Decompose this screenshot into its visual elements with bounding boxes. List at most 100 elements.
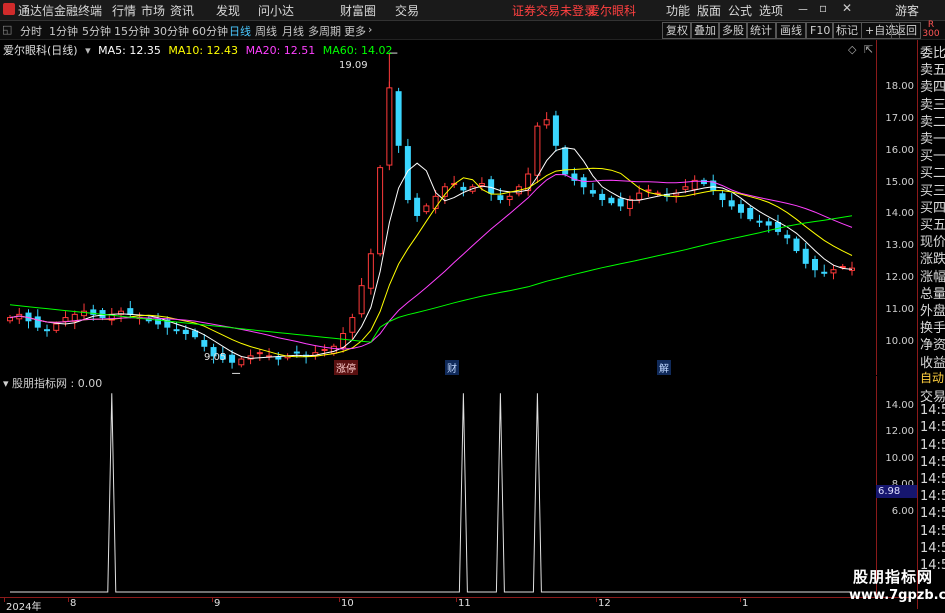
menu-item-quotes[interactable]: 行情 <box>112 2 136 19</box>
tab-weekly[interactable]: 周线 <box>255 23 277 39</box>
legend-ma10: MA10: 12.43 <box>168 44 239 57</box>
candle-body <box>386 87 393 166</box>
tab-multi-period[interactable]: 多周期 <box>308 23 341 39</box>
indicator-tick: 12.00 <box>885 426 914 437</box>
menu-item-market[interactable]: 市场 <box>141 2 165 19</box>
menu-item-assistant[interactable]: 问小达 <box>258 2 294 19</box>
candle-body <box>830 269 837 274</box>
menu-item-trade[interactable]: 交易 <box>395 2 419 19</box>
candle-body <box>728 200 735 207</box>
chart-settings-icon[interactable]: ◇ <box>848 43 856 56</box>
candle-body <box>774 221 781 232</box>
draw-line-button[interactable]: 画线 <box>776 22 806 39</box>
candle-body <box>238 358 245 366</box>
app-logo-icon <box>3 3 15 15</box>
candle-body <box>340 333 347 349</box>
side-panel-label: 14:5 <box>920 420 945 436</box>
menu-item-formula[interactable]: 公式 <box>728 2 752 19</box>
x-tick-label: 12 <box>598 598 611 609</box>
candle-body <box>497 195 504 201</box>
chart-expand-icon[interactable]: ⇱ <box>864 43 873 56</box>
candlestick-chart[interactable] <box>0 40 915 375</box>
candle-body <box>321 348 328 351</box>
menu-item-discover[interactable]: 发现 <box>216 2 240 19</box>
indicator-legend: ▾ 股朋指标网 : 0.00 <box>3 375 102 391</box>
x-tick-mark <box>212 598 213 602</box>
tab-daily[interactable]: 日线 <box>229 23 251 39</box>
menu-item-function[interactable]: 功能 <box>666 2 690 19</box>
price-tick: 11.00 <box>885 304 914 316</box>
x-tick-mark <box>339 598 340 602</box>
side-panel-label: 买二 <box>920 166 945 182</box>
candle-body <box>256 352 263 355</box>
indicator-chart[interactable] <box>0 376 915 596</box>
menu-item-news[interactable]: 资讯 <box>170 2 194 19</box>
candle-body <box>192 330 199 338</box>
x-tick-label: 11 <box>458 598 471 609</box>
tab-60min[interactable]: 60分钟 <box>192 23 228 39</box>
candle-body <box>784 234 791 239</box>
legend-toggle-icon[interactable]: ▾ <box>85 44 91 57</box>
menu-item-layout[interactable]: 版面 <box>697 2 721 19</box>
restore-icon[interactable]: ▫ <box>819 1 827 15</box>
multi-stock-button[interactable]: 多股 <box>718 22 748 39</box>
indicator-toggle-icon[interactable]: ▾ <box>3 377 9 390</box>
price-tick: 14.00 <box>885 208 914 220</box>
x-tick-mark <box>596 598 597 602</box>
legend-ma20: MA20: 12.51 <box>245 44 316 57</box>
candle-body <box>811 259 818 271</box>
side-panel-label: 买三 <box>920 183 945 199</box>
x-tick-label: 9 <box>214 598 221 609</box>
mark-button[interactable]: 标记 <box>832 22 862 39</box>
menu-item-options[interactable]: 选项 <box>759 2 783 19</box>
tab-15min[interactable]: 15分钟 <box>114 23 150 39</box>
tabbar-collapse-icon[interactable]: ◱ <box>2 23 12 36</box>
candle-body <box>636 192 643 201</box>
price-tick: 15.00 <box>885 176 914 188</box>
minimize-icon[interactable]: － <box>797 1 809 18</box>
candle-body <box>756 220 763 223</box>
finance-marker[interactable]: 财 <box>445 360 459 375</box>
candle-body <box>62 317 69 322</box>
x-tick-label: 10 <box>341 598 354 609</box>
tab-more[interactable]: 更多 <box>344 23 366 39</box>
chevron-right-icon[interactable]: › <box>368 23 372 36</box>
adjust-button[interactable]: 复权 <box>662 22 692 39</box>
current-value-tag: 6.98 <box>876 485 918 498</box>
tab-monthly[interactable]: 月线 <box>282 23 304 39</box>
statistics-button[interactable]: 统计 <box>746 22 776 39</box>
price-tick: 16.00 <box>885 144 914 156</box>
candle-body <box>414 197 421 216</box>
tab-1min[interactable]: 1分钟 <box>49 23 78 39</box>
close-icon[interactable]: ✕ <box>842 1 852 15</box>
overlay-button[interactable]: 叠加 <box>690 22 720 39</box>
tab-intraday[interactable]: 分时 <box>20 23 42 39</box>
tab-5min[interactable]: 5分钟 <box>82 23 111 39</box>
indicator-tick: 10.00 <box>885 452 914 464</box>
side-panel-label: 14:5 <box>920 437 945 453</box>
menu-item-wealth[interactable]: 财富圈 <box>340 2 376 19</box>
candle-body <box>719 193 726 201</box>
app-title: 通达信金融终端 <box>18 4 103 18</box>
tab-30min[interactable]: 30分钟 <box>153 23 189 39</box>
candle-body <box>534 125 541 176</box>
unlock-marker[interactable]: 解 <box>657 360 671 375</box>
side-panel-label: 卖二 <box>920 114 945 130</box>
limit-up-marker[interactable]: 涨停 <box>334 360 358 375</box>
candle-body <box>201 340 208 347</box>
candle-body <box>747 207 754 220</box>
candle-body <box>423 205 430 213</box>
side-panel-label: 自动 <box>920 370 945 385</box>
indicator-line <box>10 393 852 593</box>
side-panel-label: 收益 <box>920 355 945 371</box>
price-tick: 18.00 <box>885 80 914 92</box>
user-label[interactable]: 游客 <box>895 2 919 19</box>
side-panel-label: 涨跌 <box>920 252 945 268</box>
candle-body <box>460 186 467 191</box>
login-status[interactable]: 证券交易未登录 <box>512 2 596 19</box>
ma5-line <box>9 147 853 359</box>
side-panel-label: 14:5 <box>920 472 945 487</box>
right-top-indicator: R 300 <box>917 21 945 40</box>
f10-button[interactable]: F10 <box>806 22 835 39</box>
candle-body <box>395 91 402 146</box>
